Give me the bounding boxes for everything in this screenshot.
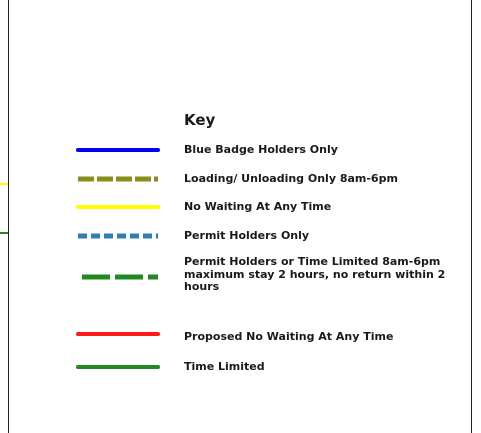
legend-label-proposed-no-waiting: Proposed No Waiting At Any Time [184, 330, 394, 343]
legend-swatch-permit-holders [74, 231, 164, 241]
legend-title: Key [184, 111, 216, 129]
map-frame-left-border [8, 0, 9, 433]
legend-swatch-time-limited [74, 362, 164, 372]
map-frame-right-border [471, 0, 472, 433]
legend-swatch-loading [74, 174, 164, 184]
line-sample-icon [78, 233, 158, 239]
map-legend-panel: Key Blue Badge Holders Only Loading/ Unl… [0, 0, 481, 433]
legend-label-time-limited: Time Limited [184, 360, 265, 373]
line-sample-icon [82, 274, 158, 280]
legend-label-blue-badge: Blue Badge Holders Only [184, 143, 338, 156]
legend-swatch-blue-badge [74, 145, 164, 155]
legend-swatch-proposed-no-waiting [74, 329, 164, 339]
line-sample-icon [76, 205, 160, 209]
line-sample-icon [76, 365, 160, 369]
line-sample-icon [76, 332, 160, 336]
line-sample-icon [78, 176, 158, 182]
legend-label-permit-or-time-limited: Permit Holders or Time Limited 8am-6pm m… [184, 255, 446, 293]
line-sample-icon [76, 148, 160, 152]
map-edge-mark-green [0, 232, 8, 234]
legend-label-no-waiting: No Waiting At Any Time [184, 200, 332, 213]
legend-swatch-no-waiting [74, 202, 164, 212]
legend-swatch-permit-or-time-limited [74, 272, 164, 282]
legend-label-loading: Loading/ Unloading Only 8am-6pm [184, 172, 398, 185]
legend-label-permit-holders: Permit Holders Only [184, 229, 310, 242]
map-edge-mark-yellow [0, 183, 8, 185]
